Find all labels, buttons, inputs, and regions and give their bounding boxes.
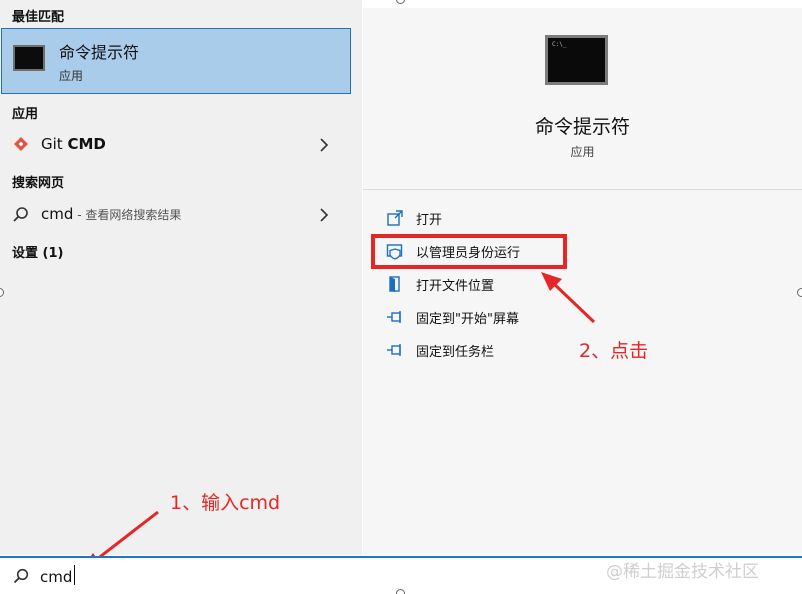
section-best-match: 最佳匹配 <box>12 10 65 25</box>
action-label: 固定到"开始"屏幕 <box>416 312 519 327</box>
divider <box>363 189 802 190</box>
action-label: 打开 <box>416 213 443 228</box>
app-item-git-cmd[interactable]: Git CMD <box>0 127 362 163</box>
action-pin-to-start[interactable]: 固定到"开始"屏幕 <box>386 305 626 329</box>
annotation-step-1: 1、输入cmd <box>170 492 281 514</box>
open-icon <box>387 210 403 226</box>
action-open-file-location[interactable]: 打开文件位置 <box>386 272 626 296</box>
action-open[interactable]: 打开 <box>386 206 626 230</box>
resize-handle-top[interactable] <box>396 0 405 4</box>
preview-title: 命令提示符 <box>534 116 630 138</box>
text-caret <box>74 565 75 585</box>
terminal-prompt: C:\_ <box>552 41 567 48</box>
action-label: 固定到任务栏 <box>416 345 495 360</box>
annotation-step-2: 2、点击 <box>579 340 649 362</box>
search-icon <box>13 207 28 222</box>
best-match-item[interactable]: 命令提示符 应用 <box>1 28 351 94</box>
preview-type: 应用 <box>570 145 595 159</box>
search-input[interactable] <box>40 565 540 589</box>
pin-icon <box>387 344 401 356</box>
git-icon <box>14 137 28 151</box>
best-match-type: 应用 <box>59 69 84 83</box>
web-search-label: cmd - 查看网络搜索结果 <box>41 205 182 223</box>
app-item-label: Git CMD <box>41 135 106 153</box>
terminal-icon: C:\_ <box>545 35 608 85</box>
watermark: @稀土掘金技术社区 <box>606 562 759 582</box>
section-apps: 应用 <box>12 107 39 122</box>
resize-handle-right[interactable] <box>797 288 802 297</box>
annotation-highlight-box <box>371 234 567 269</box>
web-search-item[interactable]: cmd - 查看网络搜索结果 <box>0 197 362 233</box>
resize-handle-bottom[interactable] <box>396 589 405 594</box>
folder-icon <box>389 276 400 292</box>
best-match-name: 命令提示符 <box>59 43 140 62</box>
action-label: 打开文件位置 <box>416 279 495 294</box>
section-settings[interactable]: 设置 (1) <box>12 242 63 261</box>
chevron-right-icon[interactable] <box>316 137 332 153</box>
search-icon <box>13 568 29 584</box>
terminal-icon <box>13 45 45 71</box>
section-web-search: 搜索网页 <box>12 176 65 191</box>
pin-icon <box>387 311 401 323</box>
chevron-right-icon[interactable] <box>316 207 332 223</box>
